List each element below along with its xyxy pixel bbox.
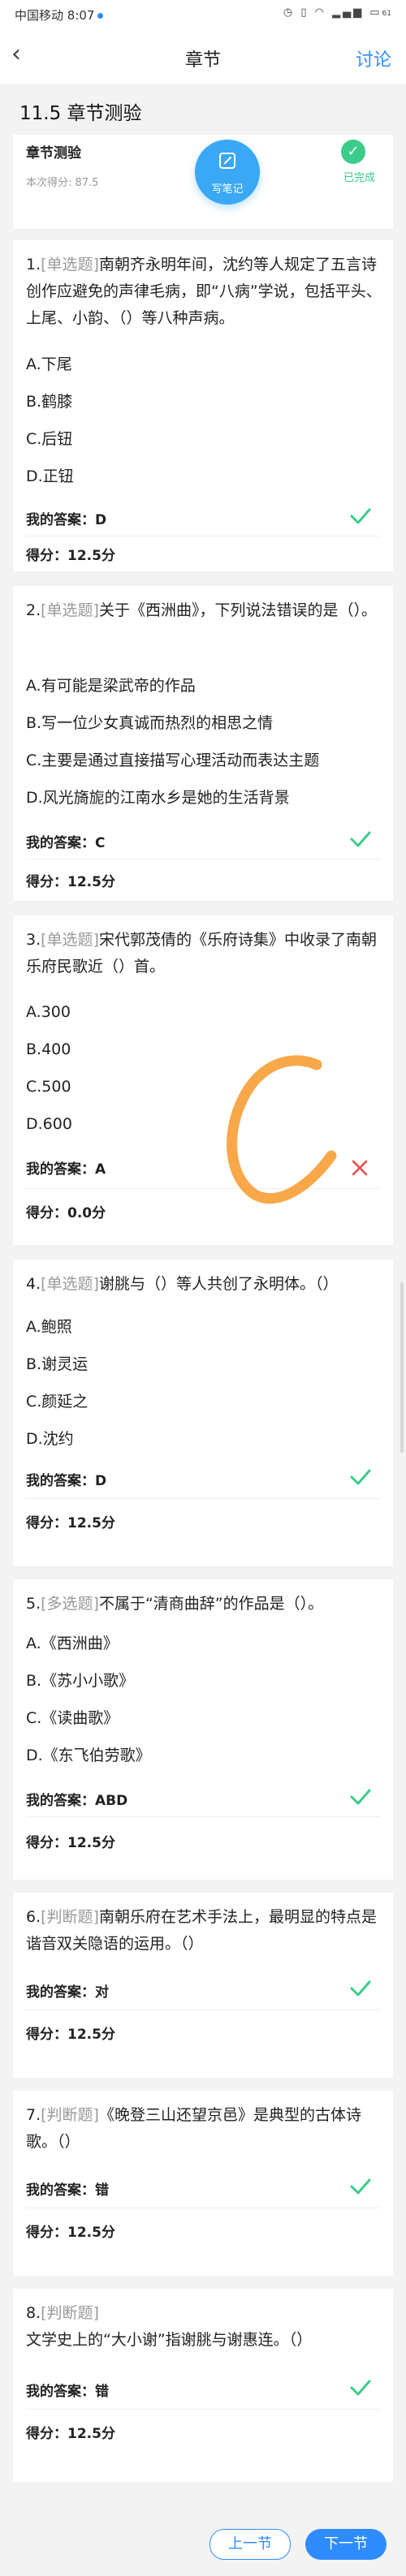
option-a[interactable]: A.《西洲曲》 bbox=[26, 1631, 375, 1653]
pencil-note-icon bbox=[219, 153, 235, 169]
question-score: 得分：12.5分 bbox=[26, 2027, 115, 2043]
question-card-2: 2.[单选题]关于《西洲曲》，下列说法错误的是（）。 A.有可能是梁武帝的作品 … bbox=[13, 586, 393, 901]
handwritten-scribble bbox=[227, 1055, 337, 1204]
section-title: 11.5 章节测验 bbox=[19, 103, 142, 124]
alarm-icon: ◷ bbox=[283, 6, 296, 19]
scrollbar[interactable] bbox=[400, 1282, 404, 1453]
option-d[interactable]: D.沈约 bbox=[26, 1427, 375, 1449]
option-c[interactable]: C.《读曲歌》 bbox=[26, 1706, 375, 1728]
correct-check-icon bbox=[350, 2380, 371, 2396]
option-b[interactable]: B.鹤膝 bbox=[26, 390, 375, 411]
correct-check-icon bbox=[350, 2178, 371, 2195]
question-text: 6.[判断题]南朝乐府在艺术手法上，最明显的特点是谐音双关隐语的运用。（） bbox=[26, 1908, 377, 1953]
option-d[interactable]: D.正钮 bbox=[26, 464, 375, 486]
correct-check-icon bbox=[350, 1469, 371, 1485]
prev-section-button[interactable]: 上一节 bbox=[209, 2529, 291, 2560]
option-a[interactable]: A.鲍照 bbox=[26, 1315, 375, 1337]
status-icons: ◷ ▯ ◠ ▂▄▆ ▭61 bbox=[283, 6, 391, 19]
question-card-7: 7.[判断题]《晚登三山还望京邑》是典型的古体诗歌。（） 我的答案：错 得分：1… bbox=[13, 2091, 393, 2276]
question-text: 7.[判断题]《晚登三山还望京邑》是典型的古体诗歌。（） bbox=[26, 2106, 361, 2151]
my-answer: 我的答案：错 bbox=[26, 2384, 109, 2400]
question-score: 得分：12.5分 bbox=[26, 1515, 115, 1531]
my-answer: 我的答案：ABD bbox=[26, 1793, 128, 1809]
option-a[interactable]: A.下尾 bbox=[26, 352, 375, 374]
status-bar: 中国移动 8:07 ◷ ▯ ◠ ▂▄▆ ▭61 bbox=[0, 0, 406, 28]
divider bbox=[26, 2409, 380, 2410]
battery-icon: ▭61 bbox=[369, 6, 391, 19]
notification-dot-icon bbox=[97, 13, 104, 19]
question-card-4: 4.[单选题]谢朓与（）等人共创了永明体。（） A.鲍照 B.谢灵运 C.颜延之… bbox=[13, 1260, 393, 1566]
page-title: 章节 bbox=[184, 50, 221, 71]
my-answer: 我的答案：对 bbox=[26, 1984, 109, 2001]
option-a[interactable]: A.300 bbox=[26, 1003, 375, 1021]
total-score: 本次得分: 87.5 bbox=[26, 177, 99, 189]
option-a[interactable]: A.有可能是梁武帝的作品 bbox=[26, 674, 375, 696]
my-answer: 我的答案：D bbox=[26, 1473, 107, 1489]
nav-bar: ‹ 章节 讨论 bbox=[0, 28, 406, 85]
wrong-cross-icon bbox=[352, 1160, 368, 1176]
option-b[interactable]: B.谢灵运 bbox=[26, 1352, 375, 1374]
question-text: 3.[单选题]宋代郭茂倩的《乐府诗集》中收录了南朝乐府民歌近（）首。 bbox=[26, 931, 377, 976]
question-text: 8.[判断题]文学史上的“大小谢”指谢朓与谢惠连。（） bbox=[26, 2304, 313, 2349]
question-score: 得分：12.5分 bbox=[26, 2426, 115, 2442]
wifi-icon: ◠ bbox=[314, 6, 326, 19]
option-d[interactable]: D.《东飞伯劳歌》 bbox=[26, 1743, 375, 1765]
option-c[interactable]: C.颜延之 bbox=[26, 1389, 375, 1411]
divider bbox=[26, 1498, 380, 1499]
correct-check-icon bbox=[350, 1789, 371, 1805]
my-answer: 我的答案：D bbox=[26, 512, 107, 528]
correct-check-icon bbox=[350, 508, 371, 524]
my-answer: 我的答案：C bbox=[26, 835, 106, 851]
option-b[interactable]: B.《苏小小歌》 bbox=[26, 1669, 375, 1691]
my-answer: 我的答案：A bbox=[26, 1161, 106, 1178]
question-score: 得分：12.5分 bbox=[26, 874, 115, 890]
question-score: 得分：12.5分 bbox=[26, 548, 115, 564]
correct-check-icon bbox=[350, 1980, 371, 1997]
question-card-6: 6.[判断题]南朝乐府在艺术手法上，最明显的特点是谐音双关隐语的运用。（） 我的… bbox=[13, 1893, 393, 2078]
quiz-name: 章节测验 bbox=[26, 145, 81, 162]
write-note-label: 写笔记 bbox=[211, 183, 244, 196]
question-text: 5.[多选题]不属于“清商曲辞”的作品是（）。 bbox=[26, 1595, 324, 1613]
question-score: 得分：12.5分 bbox=[26, 2225, 115, 2241]
option-b[interactable]: B.写一位少女真诚而热烈的相思之情 bbox=[26, 711, 375, 733]
discuss-link[interactable]: 讨论 bbox=[356, 45, 391, 71]
next-section-button[interactable]: 下一节 bbox=[305, 2529, 387, 2560]
signal-icon: ▂▄▆ bbox=[332, 6, 365, 19]
completed-check-icon: ✓ bbox=[341, 140, 365, 164]
option-d[interactable]: D.风光旖旎的江南水乡是她的生活背景 bbox=[26, 786, 375, 808]
question-card-5: 5.[多选题]不属于“清商曲辞”的作品是（）。 A.《西洲曲》 B.《苏小小歌》… bbox=[13, 1579, 393, 1880]
option-c[interactable]: C.后钮 bbox=[26, 427, 375, 449]
divider bbox=[26, 1816, 380, 1817]
carrier-time: 中国移动 8:07 bbox=[15, 6, 104, 24]
option-c[interactable]: C.主要是通过直接描写心理活动而表达主题 bbox=[26, 748, 375, 770]
question-text: 2.[单选题]关于《西洲曲》，下列说法错误的是（）。 bbox=[26, 601, 377, 619]
question-score: 得分：12.5分 bbox=[26, 1835, 115, 1851]
question-score: 得分：0.0分 bbox=[26, 1205, 106, 1221]
question-text: 4.[单选题]谢朓与（）等人共创了永明体。（） bbox=[26, 1275, 339, 1293]
completed-status: 已完成 bbox=[343, 172, 375, 184]
question-card-1: 1.[单选题]南朝齐永明年间，沈约等人规定了五言诗创作应避免的声律毛病，即“八病… bbox=[13, 240, 393, 571]
my-answer: 我的答案：错 bbox=[26, 2182, 109, 2199]
vibrate-icon: ▯ bbox=[300, 6, 309, 19]
correct-check-icon bbox=[350, 831, 371, 847]
write-note-button[interactable]: 写笔记 bbox=[195, 140, 260, 205]
question-text: 1.[单选题]南朝齐永明年间，沈约等人规定了五言诗创作应避免的声律毛病，即“八病… bbox=[26, 256, 382, 327]
question-card-8: 8.[判断题]文学史上的“大小谢”指谢朓与谢惠连。（） 我的答案：错 得分：12… bbox=[13, 2289, 393, 2482]
